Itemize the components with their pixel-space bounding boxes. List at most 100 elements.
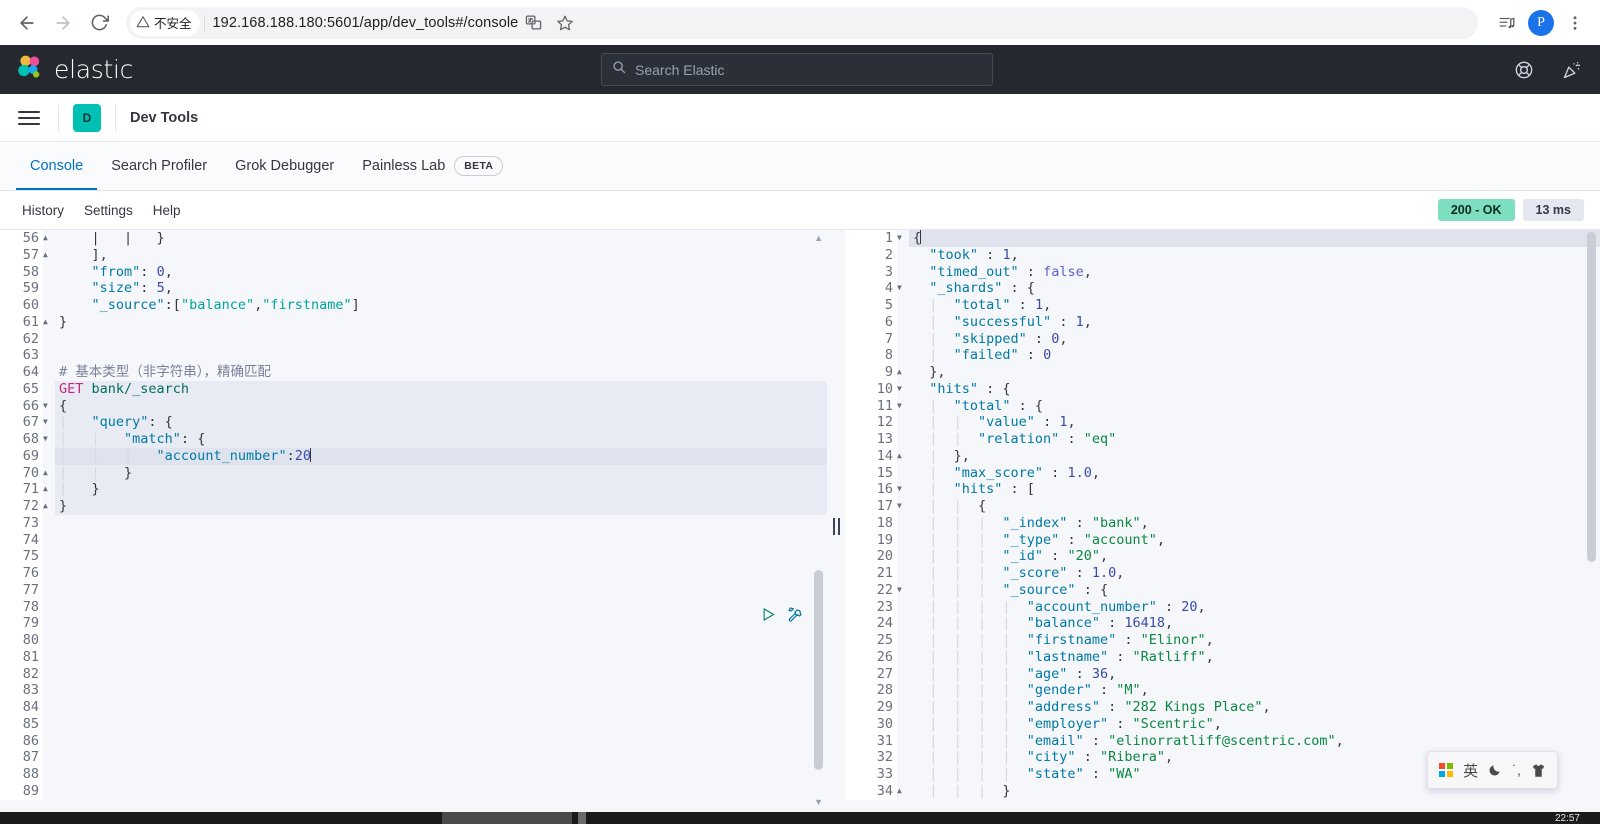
editor-line[interactable]: 15 | "max_score" : 1.0, xyxy=(845,464,1600,482)
editor-line[interactable]: 61 ▲} xyxy=(0,313,827,331)
party-popper-icon[interactable] xyxy=(1562,60,1582,80)
taskbar-active-window[interactable] xyxy=(442,812,572,824)
microsoft-ime-logo-icon[interactable] xyxy=(1439,763,1454,777)
fold-up-icon[interactable]: ▲ xyxy=(897,364,906,381)
editor-line[interactable]: 11 ▼ | "total" : { xyxy=(845,397,1600,415)
editor-line[interactable]: 18 | | | "_index" : "bank", xyxy=(845,514,1600,532)
half-width-moon-icon[interactable] xyxy=(1488,763,1502,777)
tab-grok-debugger[interactable]: Grok Debugger xyxy=(221,142,348,190)
editor-line[interactable]: 16 ▼ | "hits" : [ xyxy=(845,481,1600,498)
editor-line[interactable]: 58 "from": 0, xyxy=(0,263,827,281)
reading-list-icon[interactable] xyxy=(1492,8,1522,38)
tab-painless-lab[interactable]: Painless Lab BETA xyxy=(348,142,517,190)
ime-mode-label[interactable]: 英 xyxy=(1463,760,1478,781)
fold-down-icon[interactable]: ▼ xyxy=(897,481,906,498)
editor-line[interactable]: 9 ▲ }, xyxy=(845,364,1600,381)
fold-down-icon[interactable]: ▼ xyxy=(897,498,906,515)
editor-line[interactable]: 88 xyxy=(0,766,827,783)
editor-line[interactable]: 5 | "total" : 1, xyxy=(845,297,1600,314)
editor-line[interactable]: 27 | | | | "age" : 36, xyxy=(845,665,1600,683)
editor-line[interactable]: 7 | "skipped" : 0, xyxy=(845,330,1600,348)
fold-down-icon[interactable]: ▼ xyxy=(897,582,906,599)
editor-line[interactable]: 77 xyxy=(0,581,827,599)
editor-line[interactable]: 89 xyxy=(0,782,827,800)
editor-line[interactable]: 19 | | | "_type" : "account", xyxy=(845,531,1600,549)
editor-line[interactable]: 22 ▼ | | | "_source" : { xyxy=(845,581,1600,599)
editor-line[interactable]: 17 ▼ | | { xyxy=(845,498,1600,515)
editor-line[interactable]: 31 | | | | "email" : "elinorratliff@scen… xyxy=(845,732,1600,750)
editor-line[interactable]: 68 ▼ | | "match": { xyxy=(0,431,827,448)
request-editor-content[interactable]: 56 ▲ | | } 57 ▲ ], 58 "from": 0, 59 "size": 5… xyxy=(0,230,827,800)
editor-line[interactable]: 2 "took" : 1, xyxy=(845,246,1600,264)
request-scroll-up-arrow[interactable]: ▲ xyxy=(814,233,823,243)
editor-line[interactable]: 3 "timed_out" : false, xyxy=(845,263,1600,281)
editor-line[interactable]: 87 xyxy=(0,749,827,766)
editor-line[interactable]: 64 # 基本类型（非字符串），精确匹配 xyxy=(0,364,827,381)
editor-line[interactable]: 75 xyxy=(0,548,827,565)
editor-line[interactable]: 26 | | | | "lastname" : "Ratliff", xyxy=(845,648,1600,666)
history-button[interactable]: History xyxy=(16,203,74,218)
editor-line[interactable]: 78 xyxy=(0,598,827,616)
fold-up-icon[interactable]: ▲ xyxy=(43,465,52,482)
forward-button[interactable] xyxy=(46,6,80,40)
elastic-brand[interactable]: elastic xyxy=(16,53,133,86)
editor-line[interactable]: 70 ▲ | | } xyxy=(0,464,827,482)
play-request-icon[interactable] xyxy=(761,607,776,627)
fold-up-icon[interactable]: ▲ xyxy=(43,481,52,498)
address-bar[interactable]: 不安全 192.168.188.180:5601/app/dev_tools#/… xyxy=(126,6,1478,39)
editor-line[interactable]: 56 ▲ | | } xyxy=(0,230,827,247)
fold-up-icon[interactable]: ▲ xyxy=(43,314,52,331)
editor-line[interactable]: 71 ▲ | } xyxy=(0,481,827,498)
ime-floating-toolbar[interactable]: 英 ˙, xyxy=(1427,751,1558,789)
fold-down-icon[interactable]: ▼ xyxy=(43,431,52,448)
fold-down-icon[interactable]: ▼ xyxy=(897,381,906,398)
editor-line[interactable]: 25 | | | | "firstname" : "Elinor", xyxy=(845,632,1600,649)
help-button[interactable]: Help xyxy=(143,203,191,218)
editor-line[interactable]: 81 xyxy=(0,648,827,666)
editor-line[interactable]: 12 | | "value" : 1, xyxy=(845,414,1600,431)
request-scrollbar[interactable] xyxy=(813,570,824,810)
editor-line[interactable]: 62 xyxy=(0,330,827,348)
request-editor[interactable]: 56 ▲ | | } 57 ▲ ], 58 "from": 0, 59 "size": 5… xyxy=(0,229,827,823)
fold-down-icon[interactable]: ▼ xyxy=(43,398,52,415)
editor-line[interactable]: 80 xyxy=(0,632,827,649)
reload-button[interactable] xyxy=(82,6,116,40)
editor-line[interactable]: 65 GET bank/_search xyxy=(0,380,827,398)
fold-up-icon[interactable]: ▲ xyxy=(43,230,52,247)
settings-button[interactable]: Settings xyxy=(74,203,143,218)
fold-up-icon[interactable]: ▲ xyxy=(897,783,906,800)
fold-down-icon[interactable]: ▼ xyxy=(43,414,52,431)
editor-line[interactable]: 23 | | | | "account_number" : 20, xyxy=(845,598,1600,616)
fold-up-icon[interactable]: ▲ xyxy=(43,498,52,515)
editor-line[interactable]: 67 ▼ | "query": { xyxy=(0,414,827,431)
editor-line[interactable]: 83 xyxy=(0,682,827,699)
tab-search-profiler[interactable]: Search Profiler xyxy=(97,142,221,190)
editor-line[interactable]: 69 | | | "account_number":20 xyxy=(0,447,827,465)
url-text[interactable]: 192.168.188.180:5601/app/dev_tools#/cons… xyxy=(213,15,519,31)
help-lifebuoy-icon[interactable] xyxy=(1514,60,1534,80)
editor-line[interactable]: 84 xyxy=(0,699,827,716)
editor-line[interactable]: 63 xyxy=(0,347,827,364)
editor-line[interactable]: 72 ▲} xyxy=(0,498,827,515)
global-search-input[interactable]: Search Elastic xyxy=(601,53,993,86)
editor-line[interactable]: 74 xyxy=(0,531,827,549)
editor-line[interactable]: 59 "size": 5, xyxy=(0,280,827,297)
editor-line[interactable]: 13 | | "relation" : "eq" xyxy=(845,431,1600,448)
response-editor[interactable]: 1 ▼{2 "took" : 1, 3 "timed_out" : false, 4 ▼… xyxy=(845,229,1600,823)
editor-line[interactable]: 6 | "successful" : 1, xyxy=(845,313,1600,331)
editor-line[interactable]: 20 | | | "_id" : "20", xyxy=(845,548,1600,565)
editor-line[interactable]: 57 ▲ ], xyxy=(0,246,827,264)
editor-line[interactable]: 21 | | | "_score" : 1.0, xyxy=(845,565,1600,582)
site-security-chip[interactable]: 不安全 xyxy=(130,9,200,36)
hamburger-menu-icon[interactable] xyxy=(14,103,44,133)
editor-line[interactable]: 24 | | | | "balance" : 16418, xyxy=(845,615,1600,632)
back-button[interactable] xyxy=(10,6,44,40)
editor-line[interactable]: 1 ▼ { xyxy=(845,230,1600,247)
wrench-icon[interactable] xyxy=(787,606,803,627)
editor-line[interactable]: 28 | | | | "gender" : "M", xyxy=(845,682,1600,699)
editor-line[interactable]: 86 xyxy=(0,732,827,750)
editor-line[interactable]: 76 xyxy=(0,565,827,582)
editor-line[interactable]: 60 "_source":["balance","firstname"] xyxy=(0,297,827,314)
request-scroll-down-arrow[interactable]: ▼ xyxy=(814,797,823,807)
editor-line[interactable]: 73 xyxy=(0,514,827,532)
